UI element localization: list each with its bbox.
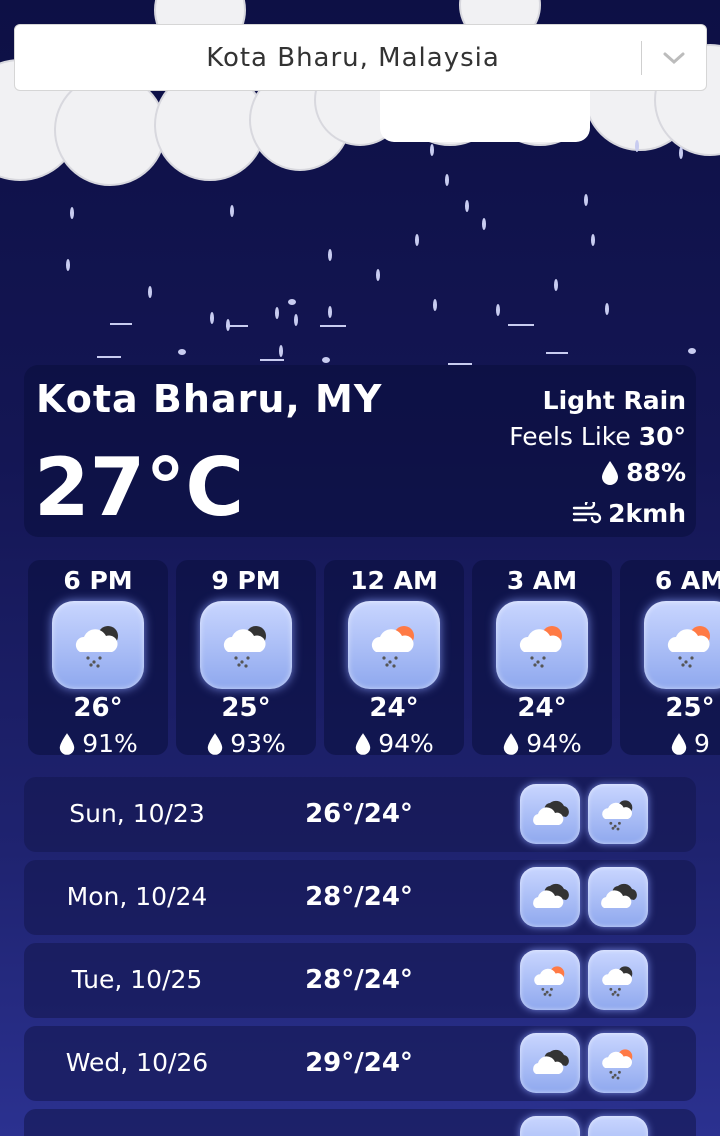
cloud-rain-night-icon — [200, 601, 292, 689]
hourly-forecast[interactable]: 6 PM 26° 91% 9 PM 25° 93% 12 AM 24° 94% — [28, 560, 720, 755]
droplet-icon — [356, 732, 371, 755]
hour-time: 12 AM — [350, 566, 438, 595]
day-temp-range: 26°/24° — [305, 799, 413, 829]
location-select-value: Kota Bharu, Malaysia — [206, 42, 500, 73]
hour-humidity-value: 9 — [694, 729, 710, 755]
daily-row: Tue, 10/25 28°/24° — [24, 943, 696, 1018]
cloud-rain-sun-icon — [520, 950, 580, 1010]
day-temp-range: 29°/24° — [305, 1048, 413, 1078]
hour-time: 6 AM — [654, 566, 720, 595]
droplet-icon — [60, 732, 75, 755]
feels-like-label: Feels Like — [509, 422, 631, 451]
droplet-icon — [208, 732, 223, 755]
clouds-icon — [520, 1116, 580, 1136]
droplet-icon — [504, 732, 519, 755]
cloud-rain-sun-icon — [588, 1033, 648, 1093]
day-icons — [520, 1033, 648, 1093]
hour-humidity-value: 94% — [526, 729, 582, 755]
day-icons — [520, 950, 648, 1010]
daily-row: Wed, 10/26 29°/24° — [24, 1026, 696, 1101]
day-date: Sun, 10/23 — [69, 799, 205, 828]
day-date: Mon, 10/24 — [66, 882, 208, 911]
hourly-card: 12 AM 24° 94% — [324, 560, 464, 755]
feels-like-value: 30° — [638, 422, 686, 451]
day-icons — [520, 784, 648, 844]
clouds-icon — [520, 1033, 580, 1093]
clouds-icon — [520, 784, 580, 844]
daily-row: Sun, 10/23 26°/24° — [24, 777, 696, 852]
hour-humidity: 94% — [472, 729, 612, 755]
hour-humidity: 91% — [28, 729, 168, 755]
hour-humidity: 94% — [324, 729, 464, 755]
day-date: Wed, 10/26 — [65, 1048, 209, 1077]
hour-humidity-value: 94% — [378, 729, 434, 755]
rain-background — [66, 140, 696, 365]
hour-time: 9 PM — [211, 566, 281, 595]
cloud-rain-sun-icon — [348, 601, 440, 689]
daily-row-partial — [24, 1109, 696, 1136]
current-temperature: 27°C — [34, 441, 245, 534]
hour-humidity: 9 — [620, 729, 720, 755]
current-details: Light Rain Feels Like 30° 88% 2kmh — [509, 383, 686, 536]
hour-time: 6 PM — [63, 566, 133, 595]
current-humidity: 88% — [600, 455, 686, 491]
hour-humidity-value: 91% — [82, 729, 138, 755]
daily-row: Mon, 10/24 28°/24° — [24, 860, 696, 935]
clouds-icon — [520, 867, 580, 927]
day-icons — [520, 867, 648, 927]
hourly-card: 3 AM 24° 94% — [472, 560, 612, 755]
day-date: Tue, 10/25 — [71, 965, 203, 994]
day-temp-range: 28°/24° — [305, 882, 413, 912]
hour-humidity-value: 93% — [230, 729, 286, 755]
feels-like: Feels Like 30° — [509, 419, 686, 455]
hour-time: 3 AM — [506, 566, 578, 595]
hourly-card: 6 PM 26° 91% — [28, 560, 168, 755]
wind-icon — [572, 502, 602, 524]
hourly-card: 6 AM 25° 9 — [620, 560, 720, 755]
hour-temperature: 26° — [73, 693, 123, 723]
hour-temperature: 24° — [517, 693, 567, 723]
hourly-card: 9 PM 25° 93% — [176, 560, 316, 755]
chevron-down-icon[interactable] — [642, 51, 706, 65]
cloud-rain-sun-icon — [644, 601, 720, 689]
droplet-icon — [671, 732, 687, 755]
hour-temperature: 24° — [369, 693, 419, 723]
cloud-rain-sun-icon — [496, 601, 588, 689]
humidity-value: 88% — [626, 458, 686, 487]
wind-value: 2kmh — [608, 499, 686, 528]
cloud-rain-night-icon — [588, 784, 648, 844]
hour-humidity: 93% — [176, 729, 316, 755]
current-city: Kota Bharu, MY — [36, 377, 383, 421]
cloud-rain-night-icon — [52, 601, 144, 689]
clouds-icon — [588, 867, 648, 927]
location-select[interactable]: Kota Bharu, Malaysia — [14, 24, 707, 91]
day-icons — [520, 1116, 648, 1136]
cloud-rain-night-icon — [588, 950, 648, 1010]
current-wind: 2kmh — [572, 496, 686, 532]
hour-temperature: 25° — [665, 693, 715, 723]
daily-forecast[interactable]: Sun, 10/23 26°/24° Mon, 10/24 28°/24° Tu… — [24, 777, 696, 1136]
hour-temperature: 25° — [221, 693, 271, 723]
droplet-icon — [602, 461, 619, 485]
cloud-rain-sun-icon — [588, 1116, 648, 1136]
day-temp-range: 28°/24° — [305, 965, 413, 995]
current-weather-card: Kota Bharu, MY 27°C Light Rain Feels Lik… — [24, 365, 696, 537]
current-condition: Light Rain — [542, 386, 686, 415]
